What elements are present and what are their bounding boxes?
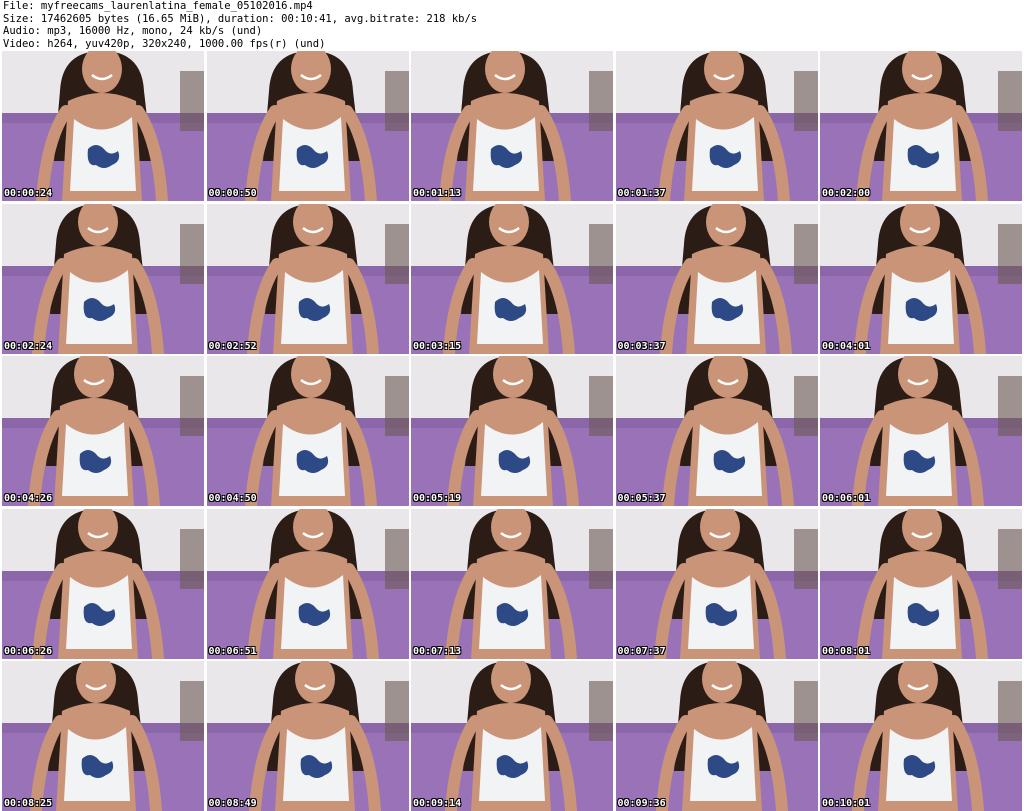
video-thumbnail: 00:02:24 xyxy=(2,203,204,354)
thumbnail-timestamp: 00:05:19 xyxy=(413,493,462,504)
thumbnail-timestamp: 00:02:24 xyxy=(4,340,53,352)
thumbnail-frame-image xyxy=(2,356,204,506)
video-thumbnail: 00:08:49 xyxy=(206,661,409,811)
video-thumbnail: 00:06:01 xyxy=(820,356,1022,506)
thumbnail-frame-image xyxy=(206,661,409,811)
thumbnail-timestamp: 00:05:37 xyxy=(617,493,666,504)
video-thumbnail: 00:03:15 xyxy=(411,203,613,354)
thumbnail-frame-image xyxy=(820,203,1022,354)
thumbnail-timestamp: 00:04:50 xyxy=(208,493,257,504)
thumbnail-timestamp: 00:09:14 xyxy=(413,798,462,809)
video-thumbnail: 00:02:00 xyxy=(820,51,1022,201)
thumbnail-frame-image xyxy=(615,508,818,659)
video-thumbnail: 00:01:37 xyxy=(615,51,818,201)
thumbnail-timestamp: 00:00:50 xyxy=(208,188,257,199)
thumbnail-frame-image xyxy=(206,203,409,354)
video-thumbnail: 00:10:01 xyxy=(820,661,1022,811)
thumbnail-timestamp: 00:03:15 xyxy=(413,340,462,352)
thumbnail-frame-image xyxy=(615,51,818,201)
video-thumbnail: 00:09:14 xyxy=(411,661,613,811)
thumbnail-frame-image xyxy=(206,356,409,506)
thumbnail-frame-image xyxy=(411,508,613,659)
thumbnail-frame-image xyxy=(411,51,613,201)
video-thumbnail: 00:04:26 xyxy=(2,356,204,506)
thumbnail-timestamp: 00:06:01 xyxy=(822,493,871,504)
video-thumbnail: 00:06:26 xyxy=(2,508,204,659)
thumbnail-frame-image xyxy=(206,51,409,201)
thumbnail-timestamp: 00:04:26 xyxy=(4,493,53,504)
video-thumbnail: 00:09:36 xyxy=(615,661,818,811)
thumbnail-timestamp: 00:07:13 xyxy=(413,645,462,657)
video-thumbnail: 00:08:25 xyxy=(2,661,204,811)
thumbnail-timestamp: 00:10:01 xyxy=(822,798,871,809)
thumbnail-frame-image xyxy=(615,356,818,506)
thumbnail-grid: 00:00:24 00:00:50 00:01:13 00:01:37 00:02:00… xyxy=(2,51,1022,811)
thumbnail-timestamp: 00:00:24 xyxy=(4,188,53,199)
thumbnail-timestamp: 00:06:26 xyxy=(4,645,53,657)
thumbnail-frame-image xyxy=(820,661,1022,811)
thumbnail-timestamp: 00:06:51 xyxy=(208,645,257,657)
video-thumbnail: 00:06:51 xyxy=(206,508,409,659)
thumbnail-frame-image xyxy=(2,508,204,659)
thumbnail-frame-image xyxy=(2,203,204,354)
file-size-line: Size: 17462605 bytes (16.65 MiB), durati… xyxy=(3,12,478,25)
thumbnail-frame-image xyxy=(411,203,613,354)
video-thumbnail: 00:05:19 xyxy=(411,356,613,506)
thumbnail-timestamp: 00:04:01 xyxy=(822,340,871,352)
thumbnail-frame-image xyxy=(615,203,818,354)
thumbnail-frame-image xyxy=(2,661,204,811)
thumbnail-frame-image xyxy=(411,356,613,506)
video-info-line: Video: h264, yuv420p, 320x240, 1000.00 f… xyxy=(3,37,326,50)
thumbnail-frame-image xyxy=(820,508,1022,659)
video-thumbnail: 00:04:01 xyxy=(820,203,1022,354)
thumbnail-timestamp: 00:08:25 xyxy=(4,798,53,809)
thumbnail-frame-image xyxy=(2,51,204,201)
thumbnail-frame-image xyxy=(820,51,1022,201)
video-thumbnail: 00:08:01 xyxy=(820,508,1022,659)
thumbnail-timestamp: 00:08:49 xyxy=(208,798,257,809)
thumbnail-timestamp: 00:01:37 xyxy=(617,188,666,199)
thumbnail-frame-image xyxy=(206,508,409,659)
thumbnail-timestamp: 00:09:36 xyxy=(617,798,666,809)
info-header: File: myfreecams_laurenlatina_female_051… xyxy=(3,0,1021,50)
video-thumbnail: 00:04:50 xyxy=(206,356,409,506)
video-thumbnail: 00:00:50 xyxy=(206,51,409,201)
video-thumbnail: 00:07:37 xyxy=(615,508,818,659)
thumbnail-timestamp: 00:01:13 xyxy=(413,188,462,199)
video-thumbnail: 00:02:52 xyxy=(206,203,409,354)
thumbnail-timestamp: 00:08:01 xyxy=(822,645,871,657)
thumbnail-timestamp: 00:07:37 xyxy=(617,645,666,657)
thumbnail-frame-image xyxy=(411,661,613,811)
thumbnail-timestamp: 00:02:52 xyxy=(208,340,257,352)
video-thumbnail: 00:07:13 xyxy=(411,508,613,659)
video-thumbnail: 00:05:37 xyxy=(615,356,818,506)
thumbnail-timestamp: 00:03:37 xyxy=(617,340,666,352)
thumbnail-frame-image xyxy=(820,356,1022,506)
thumbnail-frame-image xyxy=(615,661,818,811)
video-thumbnail: 00:00:24 xyxy=(2,51,204,201)
file-name-line: File: myfreecams_laurenlatina_female_051… xyxy=(3,0,313,12)
video-thumbnail: 00:03:37 xyxy=(615,203,818,354)
thumbnail-timestamp: 00:02:00 xyxy=(822,188,871,199)
audio-info-line: Audio: mp3, 16000 Hz, mono, 24 kb/s (und… xyxy=(3,25,263,37)
video-thumbnail: 00:01:13 xyxy=(411,51,613,201)
